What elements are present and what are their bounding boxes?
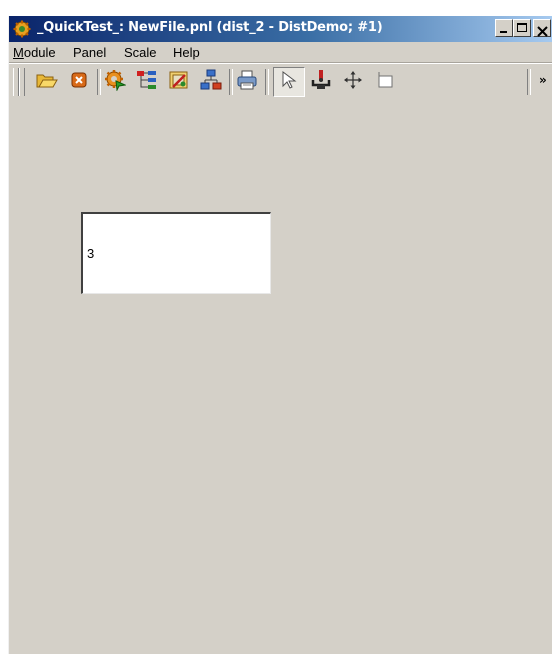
toolbar-separator-2 <box>229 69 233 95</box>
hierarchy-icon <box>200 69 222 95</box>
toolbar: » <box>9 63 552 101</box>
menu-scale-label: Scale <box>124 45 157 60</box>
toolbar-separator-3 <box>265 69 269 95</box>
app-gear-icon <box>13 20 31 38</box>
resize-button[interactable] <box>373 70 397 94</box>
menu-scale[interactable]: Scale <box>124 45 157 60</box>
hierarchy-button[interactable] <box>199 69 223 95</box>
maximize-icon <box>517 23 527 32</box>
menu-panel[interactable]: Panel <box>73 45 106 60</box>
run-gear-button[interactable] <box>103 70 127 94</box>
print-button[interactable] <box>235 70 259 94</box>
resize-icon <box>375 70 395 94</box>
close-file-icon <box>70 71 88 93</box>
menu-help-label: Help <box>173 45 200 60</box>
anchor-button[interactable] <box>309 70 333 94</box>
panel-canvas[interactable]: 3 <box>9 100 552 654</box>
select-pointer-icon <box>279 70 299 94</box>
anchor-icon <box>310 69 332 95</box>
menu-module[interactable]: Module <box>13 45 56 60</box>
close-icon <box>537 22 548 41</box>
toolbar-grip-2[interactable] <box>19 68 25 96</box>
app-window: _QuickTest_: NewFile.pnl (dist_2 - DistD… <box>8 16 552 654</box>
print-icon <box>236 69 258 95</box>
menu-panel-label: Panel <box>73 45 107 60</box>
select-pointer-button[interactable] <box>273 67 305 97</box>
maximize-button[interactable] <box>513 19 531 37</box>
image-edit-button[interactable] <box>167 70 191 94</box>
window-controls <box>495 19 551 37</box>
open-folder-icon <box>36 71 58 93</box>
toolbar-separator <box>97 69 101 95</box>
minimize-icon <box>500 31 507 33</box>
menu-bar: Module Panel Scale Help <box>9 42 552 63</box>
value-display-text: 3 <box>87 246 95 261</box>
image-edit-icon <box>168 69 190 95</box>
value-display-field[interactable]: 3 <box>81 212 271 294</box>
window-title: _QuickTest_: NewFile.pnl (dist_2 - DistD… <box>37 20 383 35</box>
title-bar[interactable]: _QuickTest_: NewFile.pnl (dist_2 - DistD… <box>9 16 552 42</box>
minimize-button[interactable] <box>495 19 513 37</box>
open-folder-button[interactable] <box>35 70 59 94</box>
tree-view-button[interactable] <box>135 70 159 94</box>
close-button[interactable] <box>533 19 551 37</box>
tree-view-icon <box>136 69 158 95</box>
menu-module-label: odule <box>23 45 56 60</box>
move-icon <box>343 70 363 94</box>
move-button[interactable] <box>341 70 365 94</box>
menu-module-mnemonic: M <box>13 45 24 60</box>
close-file-button[interactable] <box>67 70 91 94</box>
toolbar-overflow-chevron-icon[interactable]: » <box>539 73 547 87</box>
toolbar-separator-4 <box>527 69 531 95</box>
gear-run-icon <box>104 69 127 95</box>
menu-help[interactable]: Help <box>173 45 200 60</box>
